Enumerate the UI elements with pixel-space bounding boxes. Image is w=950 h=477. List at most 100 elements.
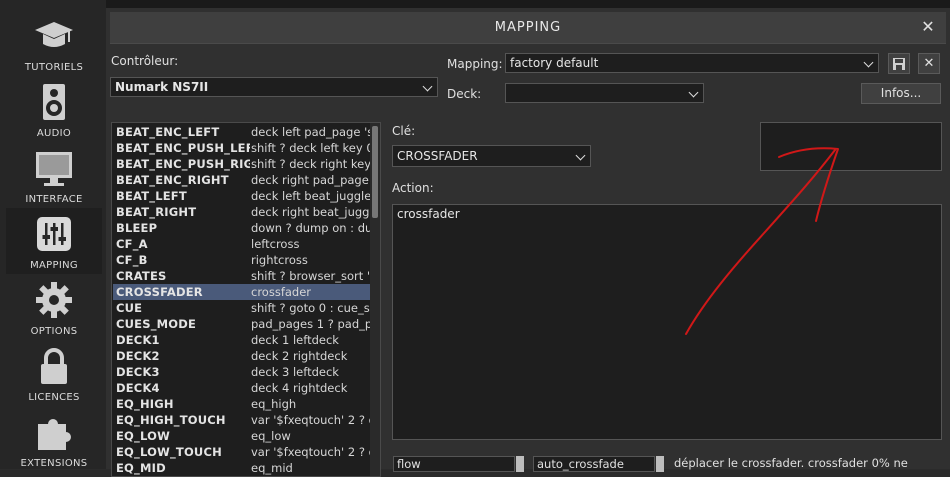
mapping-key: DECK1 [116, 333, 160, 347]
mapping-action: pad_pages 1 ? pad_p [251, 317, 371, 331]
mapping-key: DECK2 [116, 349, 160, 363]
list-item[interactable]: DECK4 deck 4 rightdeck [113, 380, 371, 396]
list-item[interactable]: EQ_MID eq_mid [113, 460, 371, 476]
mapping-action: deck left beat_juggle [251, 189, 371, 203]
mapping-key: EQ_HIGH [116, 397, 174, 411]
list-item[interactable]: BEAT_ENC_PUSH_RIGH shift ? deck right key… [113, 156, 371, 172]
sidebar-item-label: OPTIONS [30, 326, 78, 337]
sidebar-item-options[interactable]: OPTIONS [6, 274, 102, 340]
mapping-action: shift ? browser_sort 'tit [251, 269, 371, 283]
mapping-action: crossfader [251, 285, 312, 299]
mapping-key: DECK4 [116, 381, 160, 395]
verb-field-button[interactable] [656, 456, 664, 472]
list-item[interactable]: BEAT_ENC_RIGHT deck right pad_page 's [113, 172, 371, 188]
mapping-key: CF_A [116, 237, 148, 251]
mapping-action: shift ? deck left key 0 : [251, 141, 371, 155]
floppy-disk-icon [893, 58, 905, 70]
sidebar-item-interface[interactable]: INTERFACE [6, 142, 102, 208]
mapping-list[interactable]: BEAT_ENC_LEFT deck left pad_page 'sa BEAT_… [111, 122, 381, 477]
close-icon[interactable]: ✕ [918, 17, 938, 37]
sidebar-item-tutoriels[interactable]: TUTORIELS [6, 10, 102, 76]
list-item[interactable]: CUES_MODE pad_pages 1 ? pad_p [113, 316, 371, 332]
sidebar-item-label: AUDIO [36, 128, 72, 139]
chevron-down-icon [422, 81, 433, 92]
action-label: Action: [392, 181, 434, 195]
key-label: Clé: [392, 124, 416, 138]
chevron-down-icon [863, 57, 874, 68]
mapping-action: leftcross [251, 237, 300, 251]
list-item[interactable]: EQ_HIGH eq_high [113, 396, 371, 412]
sidebar-item-mapping[interactable]: MAPPING [6, 208, 102, 274]
mapping-key: CUES_MODE [116, 317, 197, 331]
scrollbar-thumb[interactable] [372, 126, 378, 218]
sidebar-item-licences[interactable]: LICENCES [6, 340, 102, 406]
sidebar-item-label: TUTORIELS [24, 62, 84, 73]
mapping-label: Mapping: [447, 57, 503, 71]
mapping-action: deck 3 leftdeck [251, 365, 339, 379]
sidebar-item-label: EXTENSIONS [20, 458, 88, 469]
list-item[interactable]: BEAT_ENC_LEFT deck left pad_page 'sa [113, 124, 371, 140]
mapping-key: EQ_MID [116, 461, 166, 475]
sidebar-item-extensions[interactable]: EXTENSIONS [6, 406, 102, 472]
mapping-action: shift ? goto 0 : cue_sto [251, 301, 371, 315]
mapping-key: CRATES [116, 269, 167, 283]
mapping-key: DECK3 [116, 365, 160, 379]
list-item[interactable]: EQ_LOW eq_low [113, 428, 371, 444]
mapping-action: eq_mid [251, 461, 293, 475]
mapping-action: deck left pad_page 'sa [251, 125, 371, 139]
key-select[interactable]: CROSSFADER [392, 145, 591, 167]
puzzle-icon [38, 419, 71, 450]
close-icon: ✕ [923, 56, 935, 71]
chevron-down-icon [575, 150, 586, 161]
list-item[interactable]: BEAT_LEFT deck left beat_juggle [113, 188, 371, 204]
list-item[interactable]: BLEEP down ? dump on : dum [113, 220, 371, 236]
list-item[interactable]: EQ_HIGH_TOUCH var '$fxeqtouch' 2 ? do [113, 412, 371, 428]
list-item[interactable]: CROSSFADER crossfader [113, 284, 371, 300]
infos-button[interactable]: Infos... [861, 83, 941, 104]
verb-field-button[interactable] [516, 456, 524, 472]
mapping-key: CF_B [116, 253, 148, 267]
mapping-key: BEAT_RIGHT [116, 205, 197, 219]
controller-label: Contrôleur: [111, 54, 179, 68]
list-item[interactable]: BEAT_RIGHT deck right beat_juggle [113, 204, 371, 220]
mapping-action: deck 4 rightdeck [251, 381, 348, 395]
list-item[interactable]: CRATES shift ? browser_sort 'tit [113, 268, 371, 284]
dialog-title: MAPPING [494, 20, 562, 35]
verb-field[interactable]: flow [393, 456, 515, 472]
list-item[interactable]: CUE shift ? goto 0 : cue_sto [113, 300, 371, 316]
lock-icon [41, 348, 67, 384]
chevron-down-icon [688, 87, 699, 98]
mapping-key: EQ_LOW [116, 429, 170, 443]
deck-label: Deck: [447, 87, 482, 101]
mapping-action: deck 2 rightdeck [251, 349, 348, 363]
mapping-key: BEAT_ENC_PUSH_LEFT [116, 141, 250, 155]
action-textarea[interactable]: crossfader [392, 204, 942, 440]
list-item[interactable]: EQ_LOW_TOUCH var '$fxeqtouch' 2 ? dov [113, 444, 371, 460]
mapping-action: deck right beat_juggle [251, 205, 371, 219]
mapping-action: rightcross [251, 253, 308, 267]
dialog-titlebar: MAPPING ✕ [110, 12, 946, 44]
list-item[interactable]: DECK2 deck 2 rightdeck [113, 348, 371, 364]
deck-select[interactable] [505, 83, 704, 103]
list-item[interactable]: CF_A leftcross [113, 236, 371, 252]
sidebar-item-label: MAPPING [30, 260, 78, 271]
speaker-icon [43, 84, 65, 120]
list-scrollbar[interactable] [370, 123, 380, 476]
list-item[interactable]: BEAT_ENC_PUSH_LEFT shift ? deck left key … [113, 140, 371, 156]
mapping-key: CROSSFADER [116, 285, 203, 299]
mapping-key: EQ_HIGH_TOUCH [116, 413, 226, 427]
list-item[interactable]: DECK1 deck 1 leftdeck [113, 332, 371, 348]
mapping-key: EQ_LOW_TOUCH [116, 445, 222, 459]
verb-field[interactable]: auto_crossfade [533, 456, 655, 472]
mapping-key: CUE [116, 301, 143, 315]
controller-select[interactable]: Numark NS7II [110, 77, 438, 97]
mapping-action: var '$fxeqtouch' 2 ? do [251, 413, 371, 427]
mapping-action: var '$fxeqtouch' 2 ? dov [251, 445, 371, 459]
list-item[interactable]: CF_B rightcross [113, 252, 371, 268]
list-item[interactable]: DECK3 deck 3 leftdeck [113, 364, 371, 380]
save-button[interactable] [888, 53, 910, 74]
monitor-icon [36, 152, 72, 186]
sidebar-item-audio[interactable]: AUDIO [6, 76, 102, 142]
delete-mapping-button[interactable]: ✕ [918, 53, 940, 74]
mapping-select[interactable]: factory default [505, 53, 879, 73]
